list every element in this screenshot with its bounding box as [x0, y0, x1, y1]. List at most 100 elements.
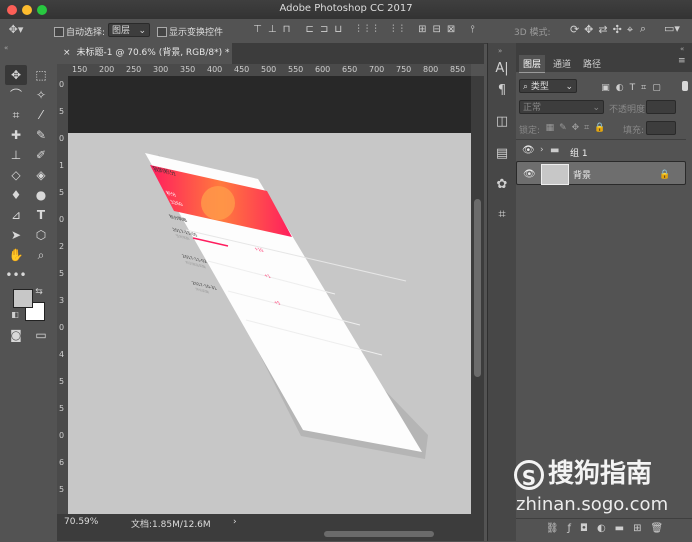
- collapsed-panels-dock: » A| ¶ ◫ ▤ ✿ ⌗: [487, 43, 517, 541]
- vertical-scroll-thumb[interactable]: [474, 199, 481, 377]
- screen-mode-icon[interactable]: ▭: [30, 325, 52, 345]
- ruler-tick-label: 6: [59, 458, 65, 467]
- magic-wand-tool-icon[interactable]: ✧: [30, 85, 52, 105]
- document-tab-strip: × 未标题-1 @ 70.6% (背景, RGB/8*) *: [57, 43, 484, 64]
- ruler-tick-label: 350: [180, 65, 196, 74]
- layers-panel-icon[interactable]: ◫: [490, 110, 514, 134]
- expand-group-icon[interactable]: ›: [540, 145, 544, 155]
- properties-panel-icon[interactable]: ⌗: [490, 203, 514, 227]
- pen-tool-icon[interactable]: ⊿: [5, 205, 27, 225]
- path-selection-tool-icon[interactable]: ➤: [5, 225, 27, 245]
- character-panel-icon[interactable]: A|: [490, 57, 514, 81]
- marquee-tool-icon[interactable]: ⬚: [30, 65, 52, 85]
- history-brush-tool-icon[interactable]: ✐: [30, 145, 52, 165]
- lock-options-icons[interactable]: ▦✎✥⌗🔒: [543, 122, 613, 134]
- auto-select-label: 自动选择:: [66, 28, 106, 38]
- ruler-tick-label: 250: [126, 65, 142, 74]
- ruler-tick-label: 0: [59, 431, 65, 440]
- paragraph-panel-icon[interactable]: ¶: [490, 79, 514, 103]
- app-title: Adobe Photoshop CC 2017: [279, 3, 413, 14]
- ruler-tick-label: 300: [153, 65, 169, 74]
- panel-menu-icon[interactable]: ≡: [678, 56, 686, 66]
- ruler-origin[interactable]: [57, 64, 68, 76]
- visibility-eye-icon[interactable]: 👁: [522, 145, 535, 156]
- blend-mode-value: 正常: [523, 103, 542, 113]
- tab-paths[interactable]: 路径: [579, 55, 605, 72]
- swap-colors-icon[interactable]: ⇆: [34, 286, 44, 298]
- filter-toggle[interactable]: [682, 81, 688, 91]
- collapse-panel-icon[interactable]: «: [680, 45, 684, 53]
- move-tool-icon[interactable]: ✥: [5, 65, 27, 85]
- layer-actions-icons[interactable]: ⛓ƒ◘◐▬⊞🗑: [534, 523, 684, 535]
- status-bar: 70.59% 文档:1.85M/12.6M ›: [57, 514, 484, 541]
- visibility-eye-icon[interactable]: 👁: [523, 168, 536, 182]
- lasso-tool-icon[interactable]: ⌒: [5, 85, 27, 105]
- ruler-tick-label: 3: [59, 296, 65, 305]
- ruler-tick-label: 0: [59, 215, 65, 224]
- chevron-down-icon: ⌄: [138, 26, 146, 36]
- status-menu-arrow-icon[interactable]: ›: [233, 517, 237, 527]
- zoom-level[interactable]: 70.59%: [64, 517, 98, 527]
- ruler-tick-label: 2: [59, 242, 65, 251]
- search-icon[interactable]: ⌕: [636, 23, 650, 35]
- show-transform-label: 显示变换控件: [169, 28, 224, 38]
- close-tab-icon[interactable]: ×: [63, 48, 71, 58]
- ruler-tick-label: 400: [207, 65, 223, 74]
- layer-row-group[interactable]: 👁 › ▬ 组 1: [516, 139, 686, 162]
- more-tools-icon[interactable]: •••: [5, 265, 27, 285]
- foreground-color-swatch[interactable]: [13, 289, 33, 308]
- clone-stamp-tool-icon[interactable]: ⊥: [5, 145, 27, 165]
- layer-name: 背景: [573, 171, 592, 181]
- layer-row-background[interactable]: 👁 背景 🔒: [516, 161, 686, 185]
- ruler-tick-label: 850: [450, 65, 466, 74]
- document-info[interactable]: 文档:1.85M/12.6M: [131, 517, 211, 530]
- ruler-tick-label: 5: [59, 377, 65, 386]
- default-colors-icon[interactable]: ◧: [10, 309, 20, 321]
- paint-bucket-tool-icon[interactable]: ◈: [30, 165, 52, 185]
- collapse-toolbar-icon[interactable]: «: [4, 44, 54, 52]
- type-tool-icon[interactable]: T: [30, 205, 52, 225]
- layer-filter-value: 类型: [530, 82, 549, 92]
- perspective-phone-mockup: 我的积分 积分 3260 积分明细 2017-11-05 签到奖励 +10 20…: [145, 153, 428, 459]
- eyedropper-tool-icon[interactable]: ⁄: [30, 105, 52, 125]
- tab-channels[interactable]: 通道: [549, 55, 575, 72]
- document-tab[interactable]: × 未标题-1 @ 70.6% (背景, RGB/8*) *: [57, 43, 232, 64]
- ruler-tick-label: 5: [59, 269, 65, 278]
- styles-panel-icon[interactable]: ✿: [490, 173, 514, 197]
- ruler-tick-label: 5: [59, 188, 65, 197]
- quick-mask-icon[interactable]: ◙: [5, 325, 27, 345]
- auto-select-dropdown[interactable]: 图层 ⌄: [108, 23, 150, 37]
- shape-tool-icon[interactable]: ⬡: [30, 225, 52, 245]
- watermark-brand-text: 搜狗指南: [548, 459, 653, 489]
- chevron-down-icon: ⌄: [592, 103, 600, 113]
- opacity-field[interactable]: [646, 100, 676, 114]
- crop-tool-icon[interactable]: ⌗: [5, 105, 27, 125]
- tools-panel: « ✥ ⬚ ⌒ ✧ ⌗ ⁄ ✚ ✎ ⊥ ✐ ◇ ◈ ♦ ● ⊿ T ➤ ⬡ ✋ …: [0, 43, 58, 541]
- layer-name: 组 1: [570, 149, 588, 159]
- move-tool-preset-icon[interactable]: ✥▾: [6, 24, 26, 36]
- opacity-label: 不透明度:: [609, 105, 649, 115]
- hand-tool-icon[interactable]: ✋: [5, 245, 27, 265]
- horizontal-scroll-thumb[interactable]: [324, 531, 434, 537]
- 3d-mode-label: 3D 模式:: [514, 28, 551, 38]
- layer-filter-icons[interactable]: ▣◐T⌗▢: [584, 82, 684, 94]
- layer-filter-dropdown[interactable]: ⌕ 类型 ⌄: [519, 79, 577, 93]
- brush-tool-icon[interactable]: ✎: [30, 125, 52, 145]
- vertical-scrollbar[interactable]: [471, 76, 484, 514]
- zoom-tool-icon[interactable]: ⌕: [30, 245, 52, 265]
- ruler-tick-label: 700: [369, 65, 385, 74]
- tab-layers[interactable]: 图层: [519, 55, 546, 73]
- libraries-panel-icon[interactable]: ▤: [490, 142, 514, 166]
- collapse-dock-icon[interactable]: »: [498, 47, 502, 55]
- blend-mode-dropdown[interactable]: 正常 ⌄: [519, 100, 604, 114]
- workspace-switcher-icon[interactable]: ▭▾: [660, 23, 684, 35]
- align-distribute-icons[interactable]: ⊤⊥⊓ ⊏⊐⊔ ⫶⫶⫶ ⫶⫶ ⊞⊟⊠ ⫯: [232, 24, 502, 36]
- eraser-tool-icon[interactable]: ◇: [5, 165, 27, 185]
- fill-field[interactable]: [646, 121, 676, 135]
- ruler-tick-label: 550: [288, 65, 304, 74]
- dodge-tool-icon[interactable]: ●: [30, 185, 52, 205]
- blur-tool-icon[interactable]: ♦: [5, 185, 27, 205]
- healing-brush-tool-icon[interactable]: ✚: [5, 125, 27, 145]
- auto-select-checkbox[interactable]: [54, 27, 64, 37]
- show-transform-checkbox[interactable]: [157, 27, 167, 37]
